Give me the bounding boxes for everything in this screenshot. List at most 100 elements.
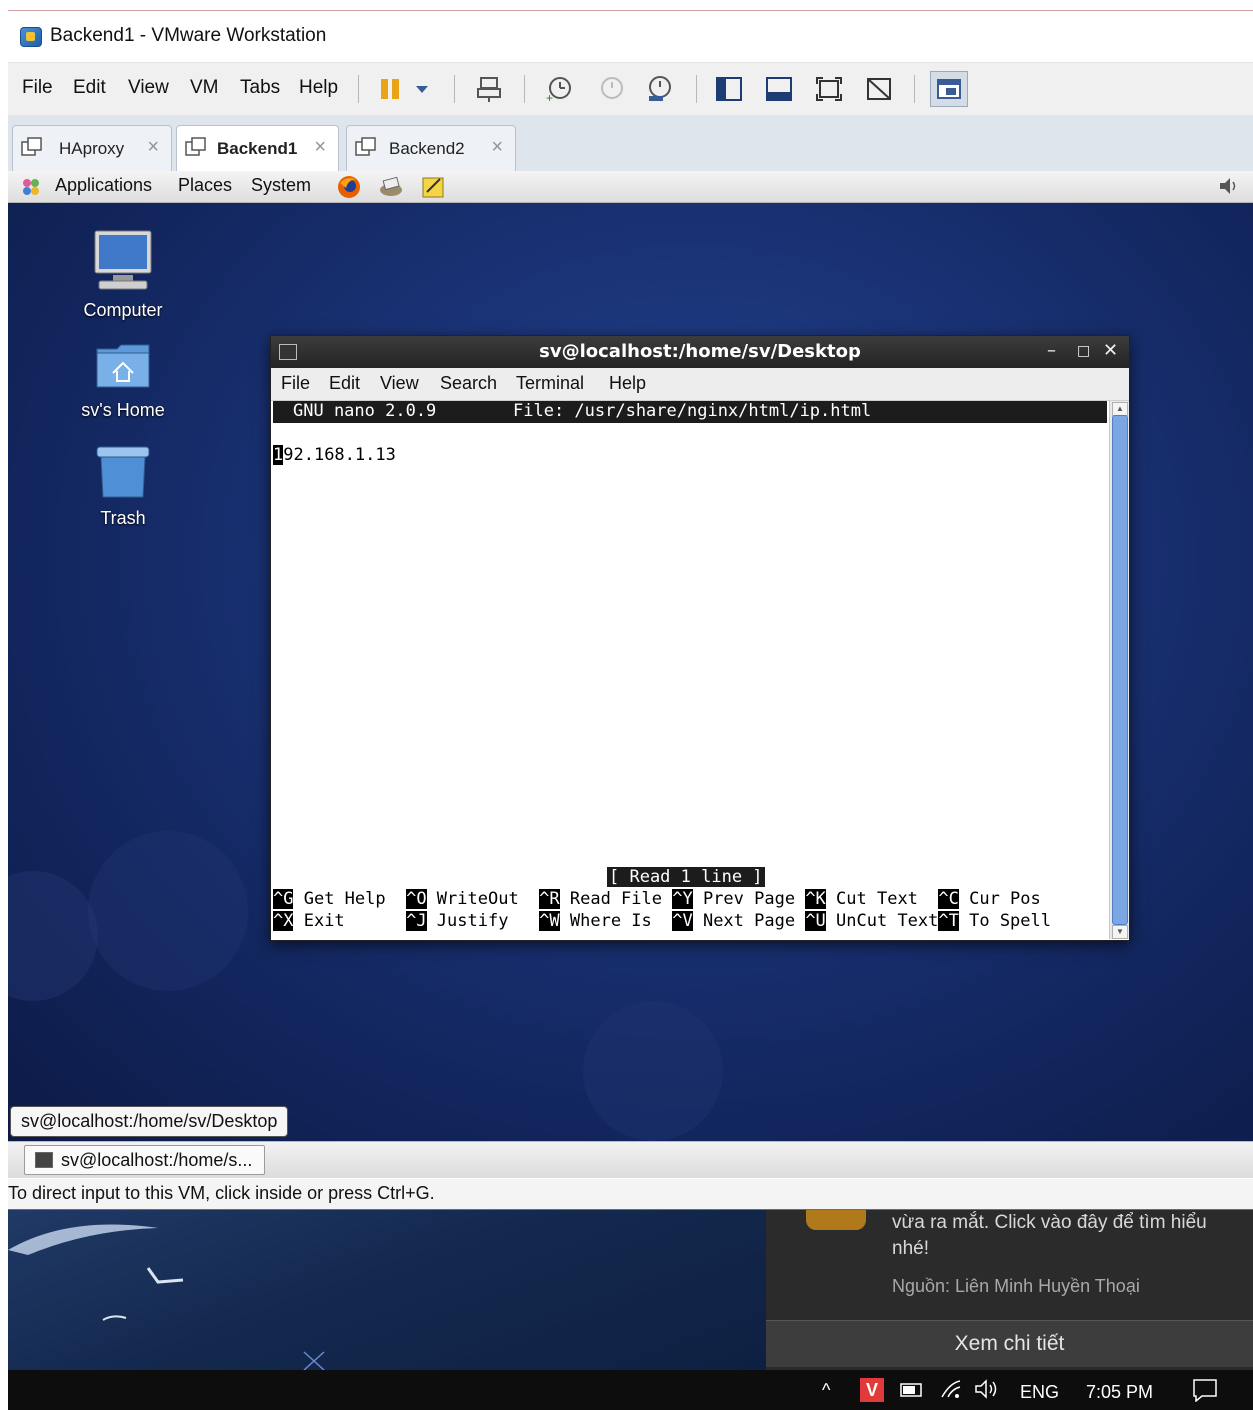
show-thumbnail-bar-icon[interactable] — [764, 74, 794, 104]
menu-view[interactable]: View — [128, 77, 169, 99]
wallpaper-shape — [8, 871, 98, 1001]
shortcut-key: ^G — [273, 889, 294, 909]
terminal-titlebar[interactable]: sv@localhost:/home/sv/Desktop – □ ✕ — [271, 336, 1129, 368]
windows-notification[interactable]: vừa ra mắt. Click vào đây để tìm hiểu nh… — [766, 1210, 1253, 1370]
tab-label: Backend2 — [389, 139, 465, 158]
volume-icon[interactable] — [1217, 175, 1239, 197]
pause-icon[interactable] — [376, 74, 406, 104]
chevron-up-icon[interactable]: ^ — [822, 1380, 830, 1401]
applications-menu-icon — [23, 179, 39, 195]
close-icon[interactable]: × — [314, 136, 326, 159]
terminal-scrollbar[interactable]: ▲ ▼ — [1109, 401, 1129, 939]
tab-label: HAproxy — [59, 139, 125, 158]
taskbar-window-button[interactable]: sv@localhost:/home/s... — [24, 1145, 266, 1175]
terminal-menu-edit[interactable]: Edit — [329, 373, 360, 394]
tab-backend2[interactable]: Backend2 × — [346, 125, 516, 171]
terminal-menu-terminal[interactable]: Terminal — [516, 373, 584, 394]
desktop-icon-trash[interactable]: Trash — [48, 445, 198, 529]
svg-text:+: + — [546, 91, 553, 103]
host-desktop-wallpaper — [8, 1210, 766, 1370]
terminal-menubar: File Edit View Search Terminal Help — [271, 368, 1129, 401]
tab-label: Backend1 — [217, 139, 298, 158]
scrollbar-thumb[interactable] — [1112, 415, 1128, 925]
terminal-menu-search[interactable]: Search — [440, 373, 497, 394]
unity-mode-icon[interactable] — [864, 74, 894, 104]
nano-editor[interactable]: GNU nano 2.0.9 File: /usr/share/nginx/ht… — [271, 401, 1109, 939]
action-center-icon[interactable] — [1192, 1378, 1218, 1402]
close-icon[interactable]: × — [491, 136, 503, 159]
text-cursor: 1 — [273, 445, 284, 465]
terminal-menu-help[interactable]: Help — [609, 373, 646, 394]
menu-file[interactable]: File — [22, 77, 53, 99]
tab-backend1[interactable]: Backend1 × — [176, 125, 339, 171]
mail-client-icon[interactable] — [378, 174, 404, 200]
shortcut-label: UnCut Text — [825, 911, 939, 931]
shortcut-key: ^Y — [672, 889, 693, 909]
menu-vm[interactable]: VM — [190, 77, 219, 99]
text-editor-icon[interactable] — [420, 174, 446, 200]
terminal-window[interactable]: sv@localhost:/home/sv/Desktop – □ ✕ File… — [270, 335, 1130, 941]
close-icon[interactable]: ✕ — [1103, 340, 1118, 361]
taskbar-window-label: sv@localhost:/home/s... — [61, 1150, 253, 1170]
shortcut-key: ^W — [539, 911, 560, 931]
terminal-menu-file[interactable]: File — [281, 373, 310, 394]
tab-haproxy[interactable]: HAproxy × — [12, 125, 172, 171]
shortcut-key: ^C — [938, 889, 959, 909]
notification-details-button[interactable]: Xem chi tiết — [766, 1320, 1253, 1367]
menu-edit[interactable]: Edit — [73, 77, 106, 99]
toolbar-separator — [696, 75, 697, 103]
vmware-status-bar: To direct input to this VM, click inside… — [8, 1179, 1253, 1210]
shortcut-label: Where Is — [559, 911, 673, 931]
file-content-text: 92.168.1.13 — [283, 445, 396, 465]
file-content[interactable]: 192.168.1.13 — [273, 445, 396, 465]
shortcut-key: ^K — [805, 889, 826, 909]
snapshot-take-icon[interactable]: + — [544, 74, 574, 104]
scroll-up-arrow-icon[interactable]: ▲ — [1112, 402, 1128, 416]
desktop-icon-computer[interactable]: Computer — [48, 229, 198, 321]
shortcut-label: Justify — [426, 911, 540, 931]
speaker-icon[interactable] — [974, 1379, 1000, 1399]
menu-tabs[interactable]: Tabs — [240, 77, 280, 99]
menu-places[interactable]: Places — [178, 175, 232, 196]
show-library-icon[interactable] — [714, 74, 744, 104]
close-icon[interactable]: × — [147, 136, 159, 159]
vietkey-icon[interactable]: V — [860, 1378, 884, 1402]
scroll-down-arrow-icon[interactable]: ▼ — [1112, 925, 1128, 939]
desktop-icon-home[interactable]: sv's Home — [48, 341, 198, 421]
terminal-menu-view[interactable]: View — [380, 373, 419, 394]
wifi-icon[interactable] — [940, 1379, 962, 1399]
window-top-border — [8, 10, 1253, 11]
shortcut-label: To Spell — [958, 911, 1051, 931]
wallpaper-shape — [88, 831, 248, 991]
shortcut-key: ^U — [805, 911, 826, 931]
full-screen-icon[interactable] — [814, 74, 844, 104]
menu-system[interactable]: System — [251, 175, 311, 196]
clock[interactable]: 7:05 PM — [1086, 1382, 1153, 1403]
input-language[interactable]: ENG — [1020, 1382, 1059, 1403]
menu-applications[interactable]: Applications — [55, 175, 152, 196]
desktop-icon-label: Computer — [83, 300, 163, 320]
battery-icon[interactable] — [900, 1383, 924, 1397]
send-ctrl-alt-del-icon[interactable] — [474, 74, 504, 104]
shortcut-key: ^T — [938, 911, 959, 931]
terminal-title: sv@localhost:/home/sv/Desktop — [539, 341, 861, 362]
vm-tab-strip: HAproxy × Backend1 × Backend2 × — [8, 115, 1253, 171]
shortcut-label: Prev Page — [692, 889, 806, 909]
vmware-menubar: File Edit View VM Tabs Help + — [8, 62, 1253, 116]
shortcut-key: ^O — [406, 889, 427, 909]
snapshot-manager-icon[interactable] — [644, 74, 674, 104]
nano-shortcut-row: ^X Exit ^J Justify ^W Where Is ^V Next P… — [273, 911, 1051, 931]
toolbar-separator — [524, 75, 525, 103]
firefox-icon[interactable] — [336, 174, 362, 200]
toolbar-separator — [454, 75, 455, 103]
shortcut-label: Next Page — [692, 911, 806, 931]
vm-guest-screen[interactable]: Applications Places System Computer sv's… — [8, 171, 1253, 1141]
menu-help[interactable]: Help — [299, 77, 338, 99]
power-dropdown-icon[interactable] — [412, 74, 432, 104]
nano-version: GNU nano 2.0.9 — [293, 401, 437, 421]
maximize-icon[interactable]: □ — [1077, 343, 1090, 359]
trash-icon — [96, 446, 150, 498]
desktop-icon-label: Trash — [100, 508, 146, 528]
minimize-icon[interactable]: – — [1047, 340, 1056, 361]
console-view-icon[interactable] — [930, 71, 968, 107]
